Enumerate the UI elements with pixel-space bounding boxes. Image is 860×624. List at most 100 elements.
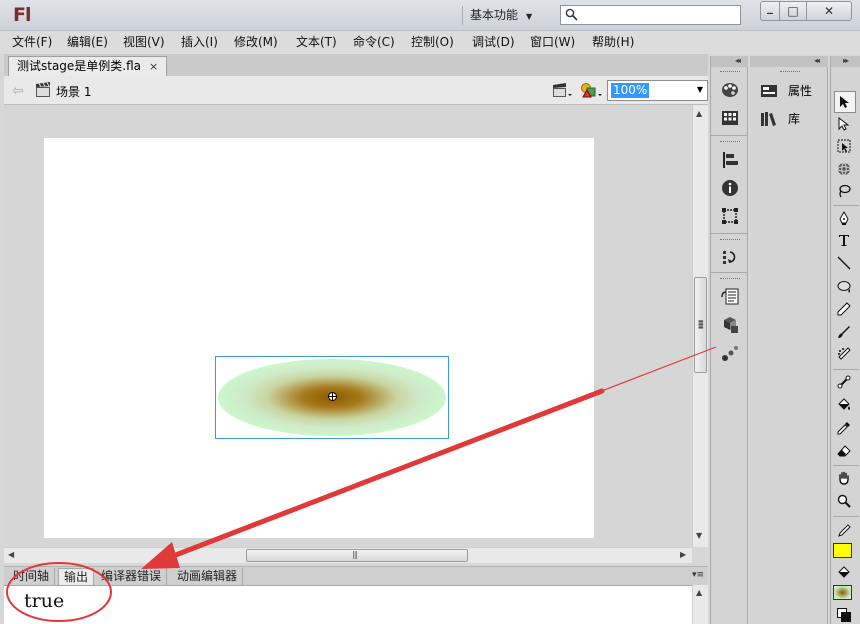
free-transform-tool[interactable] bbox=[834, 136, 856, 158]
tools-header[interactable]: ▸▸ bbox=[831, 56, 860, 67]
output-panel[interactable]: true bbox=[4, 585, 692, 624]
deco-tool[interactable] bbox=[834, 344, 856, 366]
menu-debug[interactable]: 调试(D) bbox=[472, 34, 515, 50]
selection-tool[interactable] bbox=[834, 91, 856, 113]
zoom-tool[interactable] bbox=[834, 491, 856, 513]
grip-icon[interactable] bbox=[720, 239, 740, 242]
menu-text[interactable]: 文本(T) bbox=[296, 34, 337, 50]
components-icon[interactable] bbox=[721, 316, 739, 334]
strip-header[interactable]: ◂◂ bbox=[711, 56, 748, 67]
scroll-right-icon[interactable]: ▶ bbox=[680, 550, 686, 559]
close-button[interactable]: ✕ bbox=[806, 1, 852, 21]
tab-motion-editor[interactable]: 动画编辑器 bbox=[172, 568, 244, 586]
close-tab-icon[interactable]: × bbox=[149, 60, 158, 73]
zoom-select[interactable]: 100% ▼ bbox=[607, 80, 708, 101]
menu-view[interactable]: 视图(V) bbox=[123, 34, 165, 50]
fill-color-icon bbox=[838, 566, 850, 578]
fill-color-swatch[interactable] bbox=[833, 585, 852, 600]
document-tab[interactable]: 测试stage是单例类.fla × bbox=[8, 56, 168, 76]
scroll-down-icon[interactable]: ▼ bbox=[696, 531, 702, 540]
panel-menu-icon[interactable]: ▾≡ bbox=[692, 570, 704, 580]
pencil-tool-icon bbox=[837, 302, 851, 316]
stroke-color-tool[interactable] bbox=[834, 521, 856, 541]
expand-panels-icon[interactable]: ◂◂ bbox=[814, 56, 820, 65]
oval-tool[interactable] bbox=[834, 276, 856, 298]
menu-control[interactable]: 控制(O) bbox=[411, 34, 454, 50]
scroll-left-icon[interactable]: ◀ bbox=[8, 550, 14, 559]
output-scrollbar[interactable]: ▲ bbox=[692, 585, 708, 624]
subselection-tool[interactable] bbox=[834, 114, 856, 136]
swatches-icon[interactable] bbox=[721, 109, 739, 127]
strip-header[interactable]: ◂◂ bbox=[750, 56, 828, 67]
eyedropper-tool[interactable] bbox=[834, 418, 856, 440]
group-separator bbox=[711, 233, 748, 234]
title-bar: Fl 基本功能 ▼ _ □ ✕ bbox=[0, 0, 860, 31]
bone-tool-icon bbox=[837, 375, 851, 389]
info-icon[interactable] bbox=[721, 179, 739, 197]
menu-insert[interactable]: 插入(I) bbox=[181, 34, 218, 50]
edit-bar: ⇦ 场景 1 100% ▼ bbox=[4, 76, 708, 105]
stroke-color-swatch[interactable] bbox=[833, 543, 852, 558]
pen-tool-icon bbox=[839, 211, 849, 225]
menu-bar: 文件(F) 编辑(E) 视图(V) 插入(I) 修改(M) 文本(T) 命令(C… bbox=[0, 31, 860, 54]
collapse-tools-icon[interactable]: ▸▸ bbox=[843, 56, 849, 65]
pencil-tool[interactable] bbox=[834, 299, 856, 321]
motion-presets-icon[interactable] bbox=[721, 344, 739, 362]
workspace-switcher[interactable]: 基本功能 ▼ bbox=[470, 6, 532, 25]
horizontal-scroll-thumb[interactable]: ||| bbox=[246, 549, 468, 562]
zoom-value: 100% bbox=[611, 83, 650, 98]
tab-output[interactable]: 输出 bbox=[58, 568, 95, 586]
tools-separator bbox=[833, 369, 859, 370]
deco-tool-icon bbox=[838, 347, 851, 360]
grip-icon[interactable] bbox=[720, 141, 740, 144]
pen-tool[interactable] bbox=[834, 208, 856, 230]
menu-edit[interactable]: 编辑(E) bbox=[67, 34, 108, 50]
menu-commands[interactable]: 命令(C) bbox=[353, 34, 395, 50]
menu-file[interactable]: 文件(F) bbox=[12, 34, 52, 50]
menu-window[interactable]: 窗口(W) bbox=[530, 34, 575, 50]
bone-tool[interactable] bbox=[834, 372, 856, 394]
stage-canvas[interactable] bbox=[44, 138, 594, 538]
maximize-button[interactable]: □ bbox=[779, 1, 807, 21]
tools-separator bbox=[833, 465, 859, 466]
text-tool[interactable] bbox=[834, 230, 856, 252]
search-input[interactable] bbox=[560, 5, 741, 25]
panel-item-properties[interactable]: 属性 bbox=[760, 82, 812, 100]
eraser-tool[interactable] bbox=[834, 441, 856, 463]
horizontal-scrollbar[interactable]: ◀ ||| ▶ bbox=[4, 547, 692, 563]
maximize-icon: □ bbox=[787, 4, 799, 18]
menu-help[interactable]: 帮助(H) bbox=[592, 34, 634, 50]
line-tool[interactable] bbox=[834, 253, 856, 275]
code-snippets-icon[interactable] bbox=[721, 288, 739, 306]
lasso-tool[interactable] bbox=[834, 181, 856, 203]
eyedropper-tool-icon bbox=[837, 422, 850, 435]
oval-tool-icon bbox=[837, 281, 851, 293]
grip-icon[interactable] bbox=[720, 278, 740, 281]
menu-modify[interactable]: 修改(M) bbox=[234, 34, 278, 50]
expand-panels-icon[interactable]: ◂◂ bbox=[735, 56, 741, 65]
scroll-up-icon[interactable]: ▲ bbox=[696, 109, 702, 118]
color-icon[interactable] bbox=[721, 81, 739, 99]
tab-compiler-errors[interactable]: 编译器错误 bbox=[96, 568, 168, 586]
brush-tool[interactable] bbox=[834, 322, 856, 344]
fill-color-tool[interactable] bbox=[834, 563, 856, 583]
zoom-tool-icon bbox=[837, 494, 851, 508]
align-icon[interactable] bbox=[721, 151, 739, 169]
paint-bucket-tool[interactable] bbox=[834, 395, 856, 417]
panel-item-library[interactable]: 库 bbox=[760, 110, 800, 128]
hand-tool[interactable] bbox=[834, 468, 856, 490]
chevron-down-icon: ▼ bbox=[696, 85, 703, 94]
back-arrow-icon[interactable]: ⇦ bbox=[12, 83, 24, 99]
scroll-up-icon[interactable]: ▲ bbox=[696, 588, 702, 597]
grip-icon[interactable] bbox=[720, 71, 740, 74]
history-icon[interactable] bbox=[721, 248, 739, 266]
edit-symbols-icon[interactable] bbox=[580, 81, 604, 99]
vertical-scroll-thumb[interactable]: ▬ ▬ ▬ bbox=[694, 277, 707, 373]
edit-scene-icon[interactable] bbox=[552, 81, 574, 99]
minimize-button[interactable]: _ bbox=[760, 0, 780, 21]
transform-icon[interactable] bbox=[721, 207, 739, 225]
vertical-scrollbar[interactable]: ▲ ▬ ▬ ▬ ▼ bbox=[692, 105, 708, 547]
3d-rotation-tool[interactable] bbox=[834, 159, 856, 181]
grip-icon[interactable] bbox=[780, 71, 800, 74]
tab-timeline[interactable]: 时间轴 bbox=[8, 568, 56, 586]
